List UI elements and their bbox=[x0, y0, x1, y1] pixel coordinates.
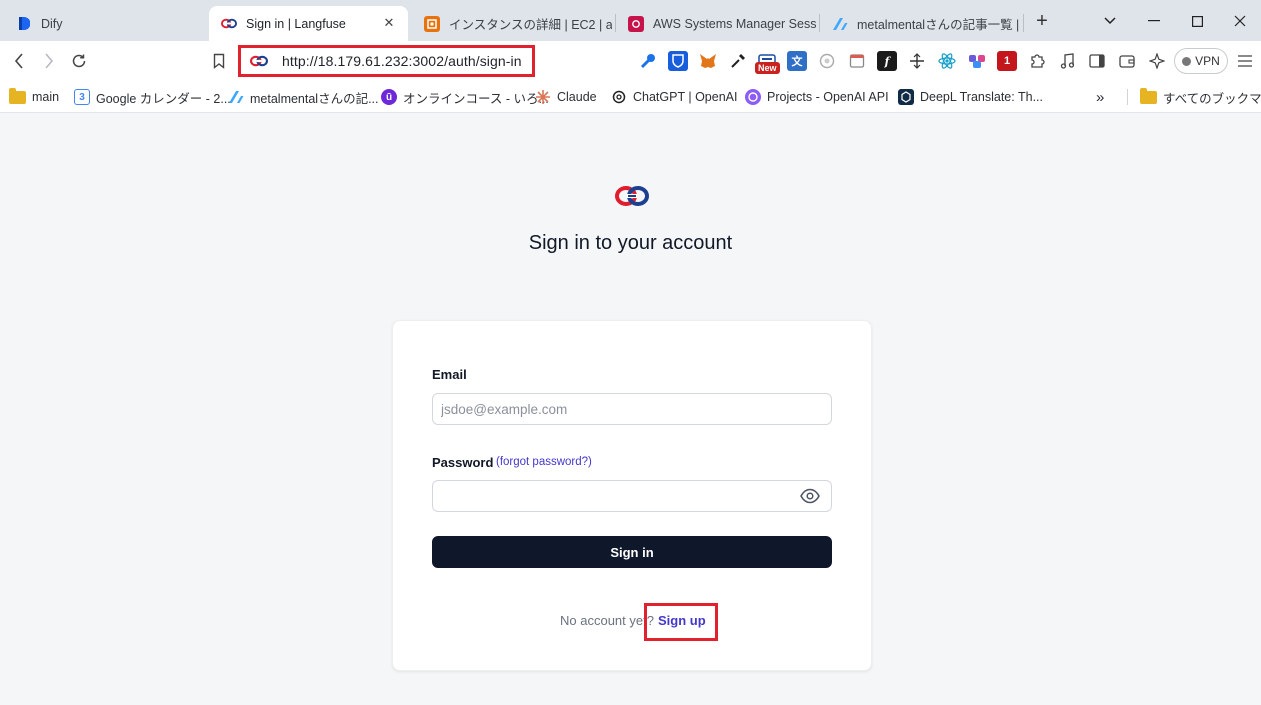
vpn-status-icon bbox=[1182, 56, 1192, 66]
tab-title: インスタンスの詳細 | EC2 | ap-no bbox=[449, 18, 612, 32]
bookmarks-overflow-icon[interactable]: » bbox=[1096, 88, 1104, 106]
vpn-label: VPN bbox=[1195, 54, 1220, 68]
minimize-icon[interactable] bbox=[1141, 8, 1167, 34]
vpn-button[interactable]: VPN bbox=[1174, 48, 1228, 74]
sidebar-toggle-icon[interactable] bbox=[1087, 51, 1107, 71]
onepassword-icon[interactable]: 1 bbox=[997, 51, 1017, 71]
wallet-icon[interactable] bbox=[1117, 51, 1137, 71]
bookmark-zenn[interactable]: metalmentalさんの記... bbox=[228, 88, 379, 106]
bookmark-label: main bbox=[32, 90, 60, 104]
langfuse-logo-icon bbox=[615, 186, 649, 206]
forgot-password-link[interactable]: (forgot password?) bbox=[496, 456, 592, 468]
password-field[interactable] bbox=[432, 480, 832, 512]
email-field[interactable] bbox=[432, 393, 832, 425]
metamask-fox-icon[interactable] bbox=[698, 51, 718, 71]
maximize-icon[interactable] bbox=[1184, 8, 1210, 34]
tab-title: Sign in | Langfuse bbox=[246, 16, 346, 31]
sparkle-aria-icon[interactable] bbox=[1147, 51, 1167, 71]
bookmark-google-calendar[interactable]: 3 Google カレンダー - 2... bbox=[74, 88, 231, 106]
tab-search-chevron-icon[interactable] bbox=[1097, 8, 1123, 34]
langfuse-site-icon bbox=[250, 55, 268, 67]
url-text: http://18.179.61.232:3002/auth/sign-in bbox=[282, 53, 522, 69]
no-account-text: No account yet? bbox=[560, 613, 654, 628]
bookmark-label: Google カレンダー - 2... bbox=[96, 91, 231, 106]
colorful-extension-icon[interactable] bbox=[967, 51, 987, 71]
react-devtools-icon[interactable] bbox=[937, 51, 957, 71]
aws-systems-manager-icon bbox=[628, 15, 644, 32]
wrench-extension-icon[interactable] bbox=[638, 51, 658, 71]
tab-dify[interactable]: Dify bbox=[4, 6, 204, 41]
bookmark-udemy[interactable]: ū オンラインコース - いろ... bbox=[381, 88, 549, 106]
function-extension-icon[interactable]: f bbox=[877, 51, 897, 71]
forward-icon[interactable] bbox=[37, 49, 61, 73]
bookmark-label: metalmentalさんの記... bbox=[250, 91, 379, 106]
tab-langfuse[interactable]: Sign in | Langfuse ✕ bbox=[209, 6, 408, 41]
translate-extension-icon[interactable]: 文 bbox=[787, 51, 807, 71]
bookmark-label: ChatGPT | OpenAI bbox=[633, 90, 738, 104]
zenn-icon bbox=[832, 16, 848, 32]
email-label: Email bbox=[432, 367, 467, 382]
bookmark-label: Projects - OpenAI API bbox=[767, 90, 889, 104]
close-icon[interactable]: ✕ bbox=[380, 14, 398, 32]
all-bookmarks-folder[interactable]: すべてのブックマーク bbox=[1140, 87, 1261, 106]
udemy-icon: ū bbox=[381, 89, 397, 105]
move-cross-icon[interactable] bbox=[907, 51, 927, 71]
bookmarks-bar: main 3 Google カレンダー - 2... metalmentalさん… bbox=[0, 81, 1261, 113]
tab-ec2[interactable]: インスタンスの詳細 | EC2 | ap-no bbox=[412, 6, 612, 41]
browser-toolbar: http://18.179.61.232:3002/auth/sign-in N… bbox=[0, 41, 1261, 81]
menu-icon[interactable] bbox=[1235, 51, 1255, 71]
bookmarks-divider bbox=[1127, 89, 1128, 105]
langfuse-icon bbox=[221, 16, 237, 32]
claude-icon bbox=[535, 89, 551, 105]
address-bar[interactable]: http://18.179.61.232:3002/auth/sign-in bbox=[238, 45, 535, 77]
ec2-icon bbox=[424, 15, 440, 32]
page-title: Sign in to your account bbox=[528, 232, 733, 254]
circle-extension-icon[interactable] bbox=[817, 51, 837, 71]
bookmark-main[interactable]: main bbox=[9, 87, 60, 106]
puzzle-extensions-icon[interactable] bbox=[1027, 51, 1047, 71]
bookmark-openai-projects[interactable]: Projects - OpenAI API bbox=[745, 88, 889, 106]
tab-separator bbox=[1023, 14, 1024, 32]
bookmark-label: オンラインコース - いろ... bbox=[403, 91, 549, 106]
bitwarden-icon[interactable] bbox=[668, 51, 688, 71]
folder-icon bbox=[9, 87, 26, 104]
eyedropper-icon[interactable] bbox=[728, 51, 748, 71]
bookmark-claude[interactable]: Claude bbox=[535, 88, 597, 106]
back-icon[interactable] bbox=[7, 49, 31, 73]
zenn-icon bbox=[228, 89, 244, 105]
folder-icon bbox=[1140, 87, 1157, 104]
dify-icon bbox=[16, 16, 32, 32]
window-close-icon[interactable] bbox=[1227, 8, 1253, 34]
music-note-icon[interactable] bbox=[1057, 51, 1077, 71]
bookmark-label: すべてのブックマーク bbox=[1163, 91, 1261, 106]
sign-in-button[interactable]: Sign in bbox=[432, 536, 832, 568]
signin-card: Email Password (forgot password?) Sign i… bbox=[392, 320, 872, 671]
deepl-icon bbox=[898, 89, 914, 105]
tab-aws-ssm[interactable]: AWS Systems Manager Sessio bbox=[616, 6, 816, 41]
bookmark-icon[interactable] bbox=[207, 49, 231, 73]
reload-icon[interactable] bbox=[67, 49, 91, 73]
password-label: Password bbox=[432, 455, 494, 470]
show-password-eye-icon[interactable] bbox=[800, 488, 820, 504]
page-content: Sign in to your account Email Password (… bbox=[0, 114, 1261, 705]
calendar-extension-icon[interactable] bbox=[847, 51, 867, 71]
bookmark-label: Claude bbox=[557, 90, 597, 104]
tab-zenn[interactable]: metalmentalさんの記事一覧 | z bbox=[820, 6, 1020, 41]
bookmark-deepl[interactable]: DeepL Translate: Th... bbox=[898, 88, 1043, 106]
tab-strip: Dify Sign in | Langfuse ✕ インスタンスの詳細 | EC… bbox=[0, 0, 1261, 41]
google-calendar-icon: 3 bbox=[74, 89, 90, 105]
openai-icon bbox=[745, 89, 761, 105]
bookmark-chatgpt[interactable]: ChatGPT | OpenAI bbox=[611, 88, 737, 106]
new-tab-button[interactable]: + bbox=[1031, 10, 1053, 32]
tab-title: Dify bbox=[41, 16, 63, 31]
sign-up-link[interactable]: Sign up bbox=[658, 613, 706, 628]
openai-icon bbox=[611, 89, 627, 105]
bookmark-label: DeepL Translate: Th... bbox=[920, 90, 1043, 104]
new-badge: New bbox=[755, 62, 780, 74]
tab-title: metalmentalさんの記事一覧 | z bbox=[857, 18, 1020, 32]
tab-title: AWS Systems Manager Sessio bbox=[653, 16, 816, 31]
